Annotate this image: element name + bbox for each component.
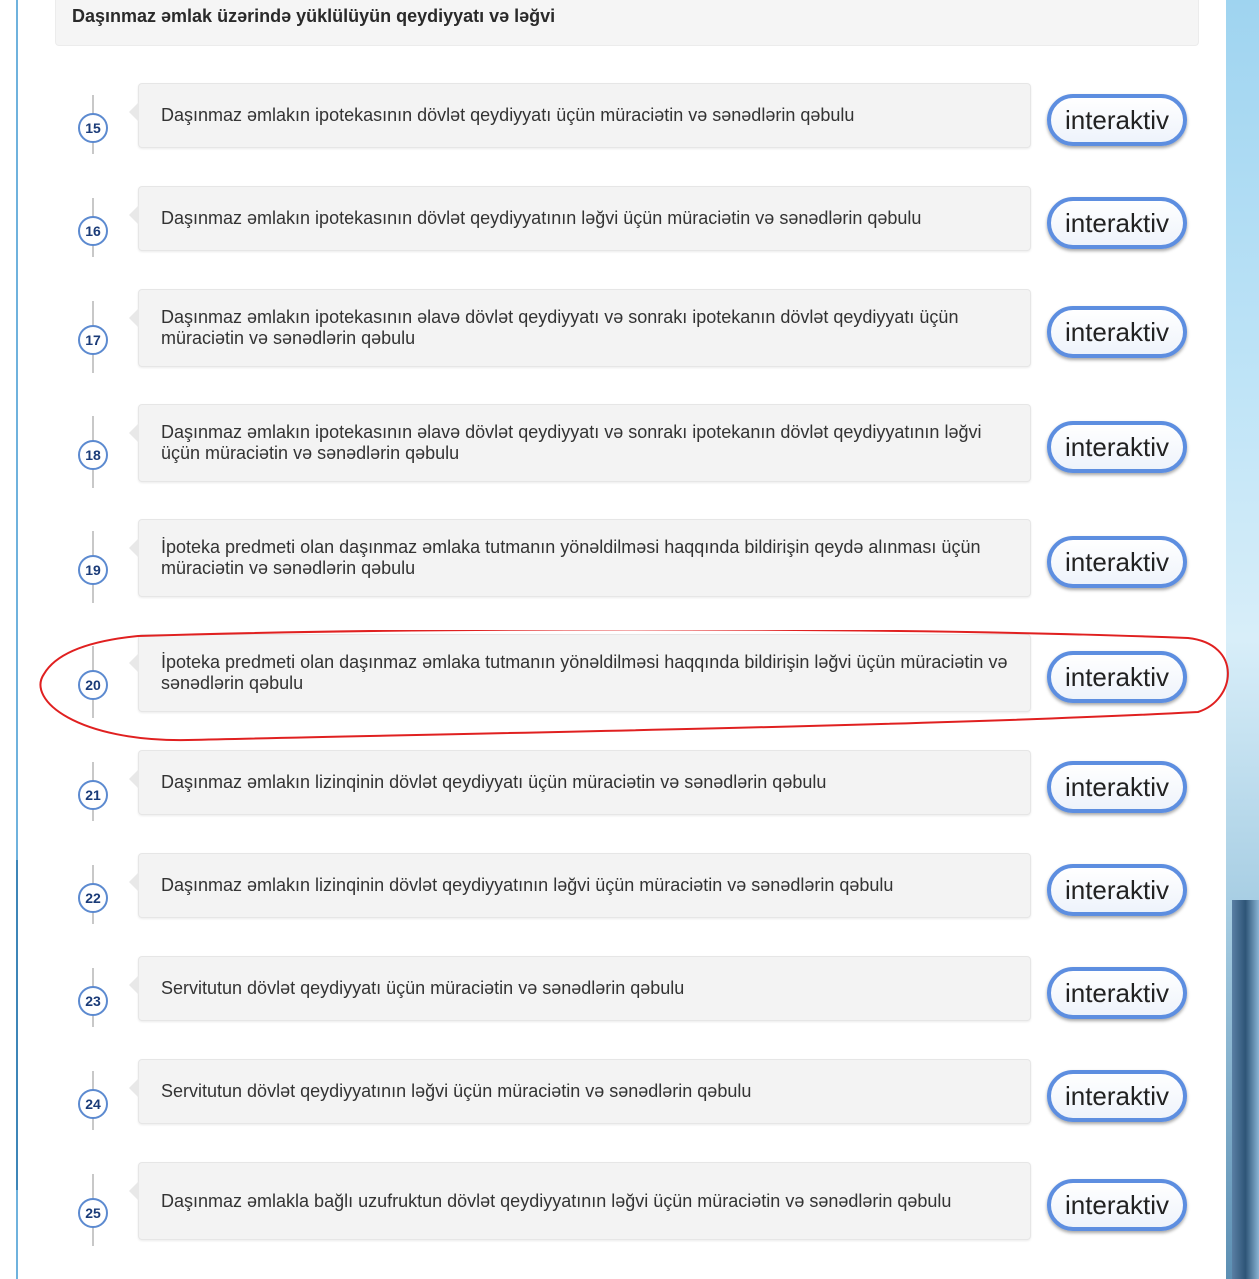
step-number-badge: 15	[78, 112, 108, 143]
step-number-badge: 20	[78, 670, 108, 700]
service-item-label: Daşınmaz əmlakın ipotekasının dövlət qey…	[161, 105, 855, 125]
service-item-label: Daşınmaz əmlakın lizinqinin dövlət qeydi…	[161, 772, 827, 792]
service-item[interactable]: Daşınmaz əmlakın lizinqinin dövlət qeydi…	[129, 750, 1031, 815]
service-item[interactable]: Servitutun dövlət qeydiyyatının ləğvi üç…	[129, 1059, 1031, 1124]
service-item[interactable]: İpoteka predmeti olan daşınmaz əmlaka tu…	[129, 519, 1031, 597]
step-number-badge: 17	[78, 325, 108, 355]
interactive-button[interactable]: interaktiv	[1047, 863, 1187, 916]
service-item-label: Daşınmaz əmlakın ipotekasının dövlət qey…	[161, 208, 922, 228]
service-item-label: Servitutun dövlət qeydiyyatı üçün müraci…	[161, 978, 685, 998]
service-item[interactable]: Daşınmaz əmlakın ipotekasının əlavə dövl…	[129, 289, 1031, 367]
step-number-badge: 23	[78, 985, 108, 1016]
service-item[interactable]: Daşınmaz əmlakın ipotekasının dövlət qey…	[129, 83, 1031, 148]
step-number-badge: 18	[78, 440, 108, 470]
service-item-label: Daşınmaz əmlakın lizinqinin dövlət qeydi…	[161, 875, 894, 895]
background-image-edge-dark	[1232, 900, 1259, 1279]
section-header: Daşınmaz əmlak üzərində yüklülüyün qeydi…	[55, 0, 1199, 46]
step-number-badge: 24	[78, 1088, 108, 1119]
service-item-label: Daşınmaz əmlakın ipotekasının əlavə dövl…	[161, 307, 959, 348]
interactive-button[interactable]: interaktiv	[1047, 651, 1187, 703]
interactive-button[interactable]: interaktiv	[1047, 196, 1187, 249]
step-number-badge: 21	[78, 779, 108, 810]
interactive-button[interactable]: interaktiv	[1047, 536, 1187, 588]
service-item-label: Servitutun dövlət qeydiyyatının ləğvi üç…	[161, 1081, 752, 1101]
service-item-label: Daşınmaz əmlakla bağlı uzufruktun dövlət…	[161, 1190, 952, 1211]
step-number-badge: 19	[78, 555, 108, 585]
interactive-button[interactable]: interaktiv	[1047, 421, 1187, 473]
step-number-badge: 25	[78, 1198, 108, 1228]
section-title: Daşınmaz əmlak üzərində yüklülüyün qeydi…	[72, 6, 556, 26]
interactive-button[interactable]: interaktiv	[1047, 966, 1187, 1019]
service-item-label: Daşınmaz əmlakın ipotekasının əlavə dövl…	[161, 422, 982, 463]
service-item[interactable]: İpoteka predmeti olan daşınmaz əmlaka tu…	[129, 634, 1031, 712]
interactive-button[interactable]: interaktiv	[1047, 1179, 1187, 1231]
interactive-button[interactable]: interaktiv	[1047, 306, 1187, 358]
interactive-button[interactable]: interaktiv	[1047, 1069, 1187, 1122]
interactive-button[interactable]: interaktiv	[1047, 93, 1187, 146]
interactive-button[interactable]: interaktiv	[1047, 760, 1187, 813]
service-item[interactable]: Daşınmaz əmlakın ipotekasının əlavə dövl…	[129, 404, 1031, 482]
step-number-badge: 16	[78, 215, 108, 246]
service-item[interactable]: Daşınmaz əmlakın ipotekasının dövlət qey…	[129, 186, 1031, 251]
left-border-accent	[16, 860, 18, 1190]
service-item[interactable]: Servitutun dövlət qeydiyyatı üçün müraci…	[129, 956, 1031, 1021]
step-number-badge: 22	[78, 882, 108, 913]
service-item[interactable]: Daşınmaz əmlakla bağlı uzufruktun dövlət…	[129, 1162, 1031, 1240]
service-item-label: İpoteka predmeti olan daşınmaz əmlaka tu…	[161, 537, 981, 578]
service-item[interactable]: Daşınmaz əmlakın lizinqinin dövlət qeydi…	[129, 853, 1031, 918]
service-item-label: İpoteka predmeti olan daşınmaz əmlaka tu…	[161, 652, 1008, 693]
